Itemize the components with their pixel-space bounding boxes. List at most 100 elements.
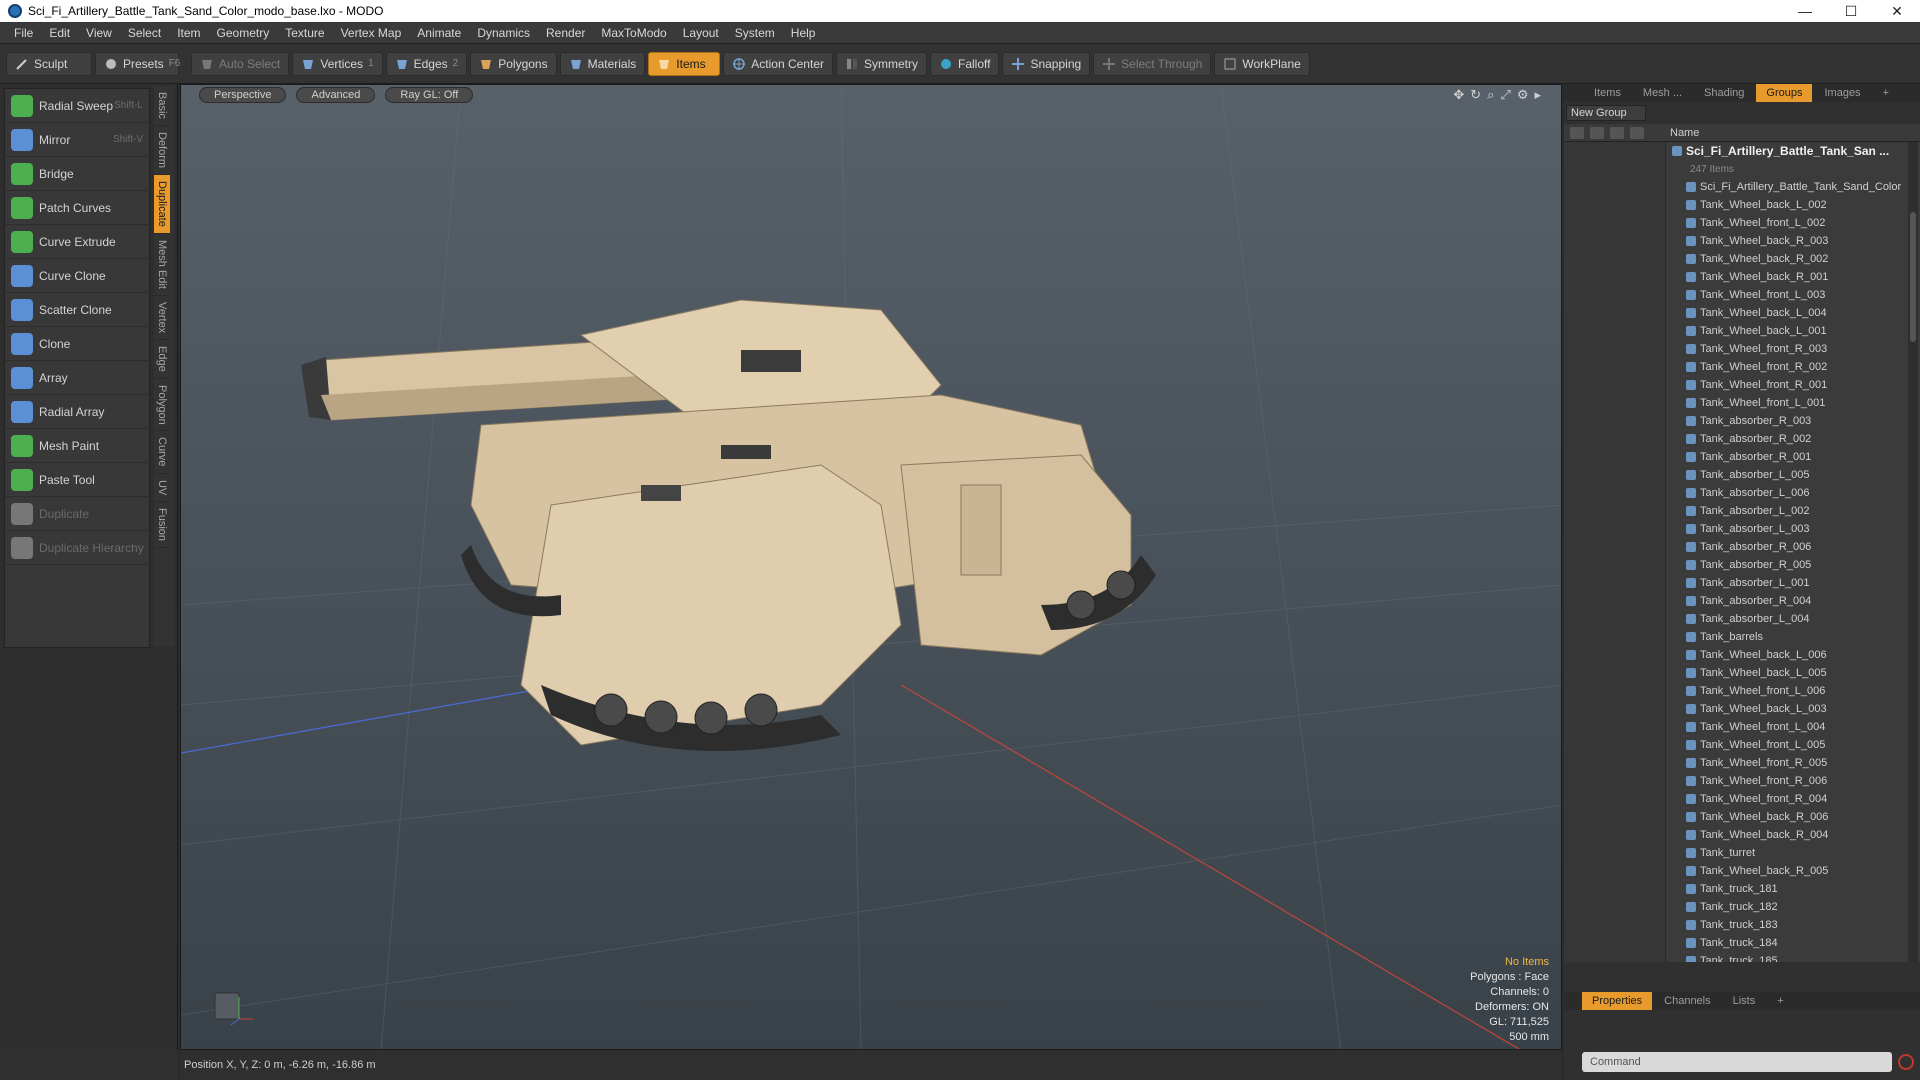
tree-item[interactable]: Tank_Wheel_front_L_003: [1666, 286, 1906, 304]
edges-button[interactable]: Edges 2: [385, 51, 468, 76]
tree-item[interactable]: Tank_Wheel_front_L_001: [1666, 394, 1906, 412]
tree-item[interactable]: Tank_absorber_R_001: [1666, 448, 1906, 466]
tab-shading[interactable]: Shading: [1694, 84, 1754, 102]
tool-mirror[interactable]: Mirror Shift-V: [5, 123, 149, 157]
tab-groups[interactable]: Groups: [1756, 84, 1813, 102]
tab-mesh-edit[interactable]: Mesh Edit: [154, 234, 170, 296]
tree-item[interactable]: Tank_Wheel_back_R_005: [1666, 862, 1906, 880]
presets-button[interactable]: Presets F6: [95, 51, 180, 76]
tab-basic[interactable]: Basic: [154, 86, 170, 126]
tree-item[interactable]: Tank_turret: [1666, 844, 1906, 862]
move-view-icon[interactable]: ✥: [1453, 87, 1464, 103]
falloff-button[interactable]: Falloff: [929, 51, 1000, 76]
tab-mesh-[interactable]: Mesh ...: [1633, 84, 1692, 102]
tree-item[interactable]: Tank_absorber_R_002: [1666, 430, 1906, 448]
viewport-settings-icon[interactable]: ⚙: [1517, 87, 1529, 103]
tree-scrollbar[interactable]: [1908, 142, 1918, 962]
menu-render[interactable]: Render: [538, 26, 593, 40]
render-column-icon[interactable]: [1590, 126, 1604, 139]
tree-item[interactable]: Tank_absorber_R_005: [1666, 556, 1906, 574]
tool-curve-extrude[interactable]: Curve Extrude: [5, 225, 149, 259]
tree-item[interactable]: Tank_Wheel_back_L_005: [1666, 664, 1906, 682]
close-button[interactable]: ✕: [1874, 0, 1920, 22]
tree-item[interactable]: Tank_Wheel_back_R_002: [1666, 250, 1906, 268]
scrollbar-thumb[interactable]: [1910, 212, 1916, 342]
menu-maxtomodo[interactable]: MaxToModo: [593, 26, 674, 40]
tool-duplicate[interactable]: Duplicate: [5, 497, 149, 531]
tab-properties[interactable]: Properties: [1582, 992, 1653, 1010]
menu-dynamics[interactable]: Dynamics: [469, 26, 538, 40]
tree-item[interactable]: Tank_Wheel_front_R_004: [1666, 790, 1906, 808]
tab-add[interactable]: +: [1873, 84, 1899, 102]
tab-images[interactable]: Images: [1814, 84, 1870, 102]
menu-select[interactable]: Select: [120, 26, 169, 40]
symmetry-button[interactable]: Symmetry: [835, 51, 927, 76]
menu-texture[interactable]: Texture: [277, 26, 332, 40]
tree-item[interactable]: Tank_absorber_L_006: [1666, 484, 1906, 502]
new-group-button[interactable]: New Group: [1566, 105, 1646, 121]
tree-item[interactable]: Tank_Wheel_back_L_004: [1666, 304, 1906, 322]
eye-column-icon[interactable]: [1570, 126, 1584, 139]
tree-item[interactable]: Sci_Fi_Artillery_Battle_Tank_Sand_Color: [1666, 178, 1906, 196]
tree-item[interactable]: Tank_absorber_L_003: [1666, 520, 1906, 538]
tab-polygon[interactable]: Polygon: [154, 379, 170, 432]
tree-item[interactable]: Tank_truck_185: [1666, 952, 1906, 962]
menu-animate[interactable]: Animate: [409, 26, 469, 40]
tab-deform[interactable]: Deform: [154, 126, 170, 175]
tool-radial-sweep[interactable]: Radial Sweep Shift-L: [5, 89, 149, 123]
workplane-button[interactable]: WorkPlane: [1214, 51, 1310, 76]
tree-item[interactable]: Tank_Wheel_front_R_003: [1666, 340, 1906, 358]
fit-view-icon[interactable]: ⤢: [1500, 87, 1510, 103]
tree-item[interactable]: Tank_Wheel_front_L_002: [1666, 214, 1906, 232]
tree-item[interactable]: Tank_truck_182: [1666, 898, 1906, 916]
tree-item[interactable]: Tank_Wheel_back_L_002: [1666, 196, 1906, 214]
tree-item[interactable]: Tank_Wheel_back_R_004: [1666, 826, 1906, 844]
materials-button[interactable]: Materials: [559, 51, 646, 76]
items-button[interactable]: Items: [648, 51, 721, 76]
menu-item[interactable]: Item: [169, 26, 208, 40]
menu-view[interactable]: View: [78, 26, 120, 40]
menu-file[interactable]: File: [6, 26, 41, 40]
tree-item[interactable]: Tank_Wheel_back_L_001: [1666, 322, 1906, 340]
tree-item[interactable]: Tank_absorber_L_005: [1666, 466, 1906, 484]
minimize-button[interactable]: —: [1782, 0, 1828, 22]
tree-item[interactable]: Tank_barrels: [1666, 628, 1906, 646]
tree-item[interactable]: Tank_Wheel_front_L_004: [1666, 718, 1906, 736]
tool-patch-curves[interactable]: Patch Curves: [5, 191, 149, 225]
tool-scatter-clone[interactable]: Scatter Clone: [5, 293, 149, 327]
tree-item[interactable]: Tank_truck_181: [1666, 880, 1906, 898]
tab-edge[interactable]: Edge: [154, 340, 170, 379]
vertices-button[interactable]: Vertices 1: [292, 51, 383, 76]
tab-channels[interactable]: Channels: [1654, 992, 1720, 1010]
tool-radial-array[interactable]: Radial Array: [5, 395, 149, 429]
tool-curve-clone[interactable]: Curve Clone: [5, 259, 149, 293]
tab-lists[interactable]: Lists: [1723, 992, 1766, 1010]
tab-duplicate[interactable]: Duplicate: [154, 174, 170, 234]
tree-item[interactable]: Tank_Wheel_front_L_006: [1666, 682, 1906, 700]
tree-item[interactable]: Tank_Wheel_back_L_003: [1666, 700, 1906, 718]
tool-bridge[interactable]: Bridge: [5, 157, 149, 191]
tree-item[interactable]: Tank_Wheel_front_R_005: [1666, 754, 1906, 772]
snapping-button[interactable]: Snapping: [1002, 51, 1091, 76]
raygl-toggle[interactable]: Ray GL: Off: [385, 87, 474, 103]
tab-items[interactable]: Items: [1584, 84, 1631, 102]
tab-vertex[interactable]: Vertex: [154, 296, 170, 340]
tree-item[interactable]: Tank_Wheel_back_R_006: [1666, 808, 1906, 826]
select-column-icon[interactable]: [1630, 126, 1644, 139]
tree-item[interactable]: Tank_absorber_R_003: [1666, 412, 1906, 430]
tab-add[interactable]: +: [1767, 992, 1793, 1010]
shading-mode-dropdown[interactable]: Advanced: [296, 87, 376, 103]
action-center-button[interactable]: Action Center: [723, 51, 833, 76]
command-record-icon[interactable]: [1898, 1054, 1914, 1070]
menu-geometry[interactable]: Geometry: [209, 26, 278, 40]
tree-item[interactable]: Tank_Wheel_back_R_001: [1666, 268, 1906, 286]
command-input[interactable]: Command: [1582, 1052, 1892, 1072]
menu-edit[interactable]: Edit: [41, 26, 78, 40]
view-type-dropdown[interactable]: Perspective: [199, 87, 287, 103]
tree-item[interactable]: Tank_truck_184: [1666, 934, 1906, 952]
tree-item[interactable]: Tank_absorber_R_006: [1666, 538, 1906, 556]
tree-item[interactable]: Tank_absorber_L_004: [1666, 610, 1906, 628]
rotate-view-icon[interactable]: ↻: [1470, 87, 1481, 103]
viewport-expand-icon[interactable]: ▸: [1534, 87, 1541, 103]
tool-mesh-paint[interactable]: Mesh Paint: [5, 429, 149, 463]
